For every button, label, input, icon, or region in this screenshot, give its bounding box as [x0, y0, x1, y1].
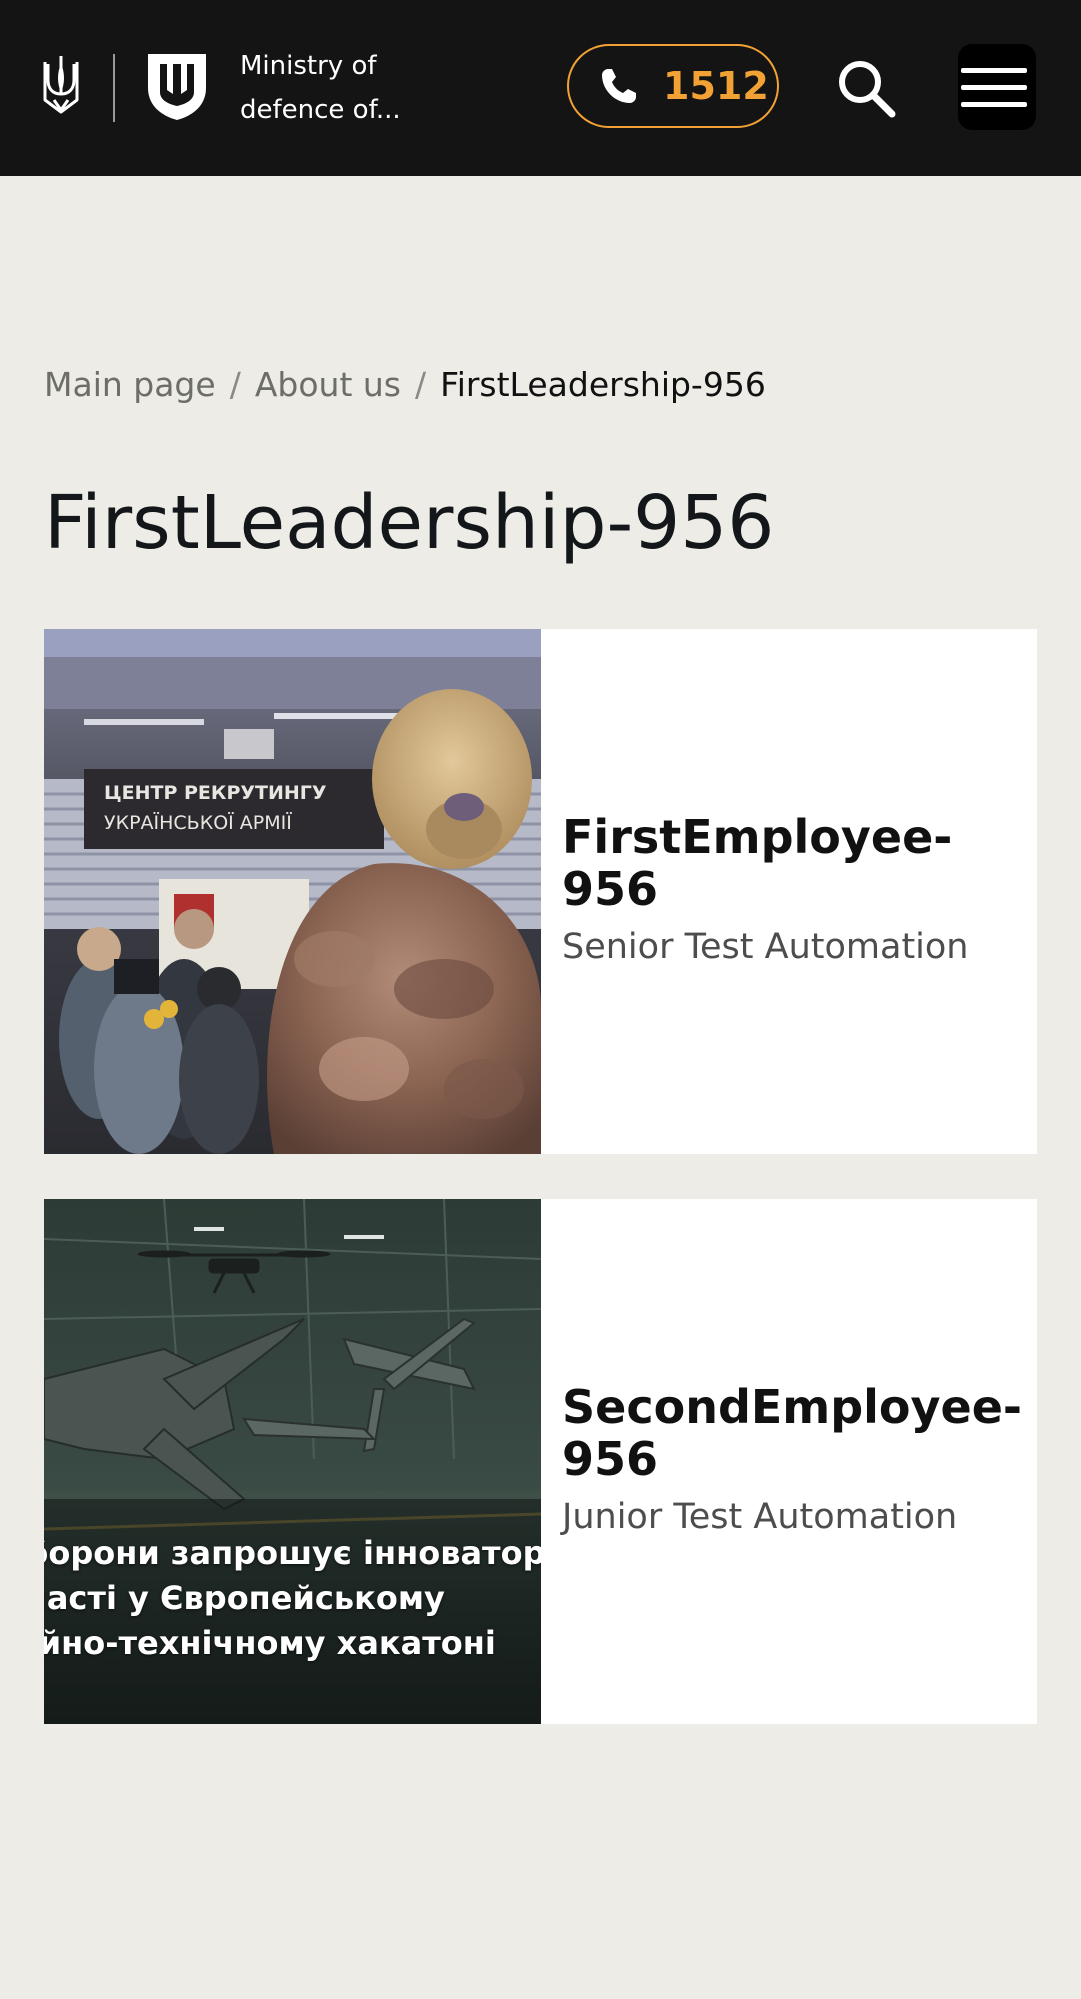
- employee-info: FirstEmployee- 956 Senior Test Automation: [562, 629, 1022, 1154]
- logo-divider: [113, 54, 115, 122]
- page-title: FirstLeadership-956: [44, 480, 775, 566]
- breadcrumb-current: FirstLeadership-956: [440, 365, 766, 404]
- breadcrumb-link-main-page[interactable]: Main page: [44, 365, 216, 404]
- photo-sign-line1: ЦЕНТР РЕКРУТИНГУ: [104, 782, 327, 804]
- phone-icon: [602, 69, 636, 103]
- breadcrumb-link-about-us[interactable]: About us: [255, 365, 401, 404]
- hotline-number: 1512: [663, 64, 769, 108]
- employee-card[interactable]: ЦЕНТР РЕКРУТИНГУ УКРАЇНСЬКОЇ АРМІЇ First…: [44, 629, 1037, 1154]
- menu-bar: [961, 85, 1027, 90]
- breadcrumb-separator: /: [229, 365, 241, 404]
- employee-info: SecondEmployee- 956 Junior Test Automatio…: [562, 1199, 1022, 1724]
- search-icon[interactable]: [836, 58, 896, 118]
- breadcrumb: Main page / About us / FirstLeadership-956: [44, 360, 766, 410]
- breadcrumb-separator: /: [414, 365, 427, 404]
- photo-overlay-line: участі у Європейському: [44, 1579, 445, 1617]
- ministry-name-line1: Ministry of: [240, 51, 377, 81]
- employee-name[interactable]: FirstEmployee- 956: [562, 811, 952, 915]
- menu-bar: [961, 102, 1027, 107]
- recruiting-center-press-photo: ЦЕНТР РЕКРУТИНГУ УКРАЇНСЬКОЇ АРМІЇ: [44, 629, 541, 1154]
- menu-bar: [961, 68, 1027, 73]
- ministry-name-line2: defence of...: [240, 95, 401, 125]
- photo-sign-line2: УКРАЇНСЬКОЇ АРМІЇ: [104, 811, 292, 834]
- photo-overlay-headline: оборони запрошує інноватор участі у Євро…: [44, 1531, 541, 1666]
- employee-position: Junior Test Automation: [562, 1497, 958, 1537]
- employee-photo: ЦЕНТР РЕКРУТИНГУ УКРАЇНСЬКОЇ АРМІЇ: [44, 629, 541, 1154]
- photo-overlay-line: оборони запрошує інноватор: [44, 1534, 541, 1572]
- employee-card[interactable]: оборони запрошує інноватор участі у Євро…: [44, 1199, 1037, 1724]
- employee-position: Senior Test Automation: [562, 927, 969, 967]
- shield-emblem-icon[interactable]: [146, 52, 208, 122]
- trident-icon[interactable]: [42, 54, 80, 116]
- ministry-name[interactable]: Ministry of defence of...: [240, 44, 440, 132]
- site-header: Ministry of defence of... 1512: [0, 0, 1081, 176]
- hamburger-menu-button[interactable]: [958, 44, 1036, 130]
- hotline-phone-button[interactable]: 1512: [567, 44, 779, 128]
- employee-photo: оборони запрошує інноватор участі у Євро…: [44, 1199, 541, 1724]
- photo-overlay-line: ційно-технічному хакатоні: [44, 1624, 496, 1662]
- employee-name[interactable]: SecondEmployee- 956: [562, 1381, 1022, 1485]
